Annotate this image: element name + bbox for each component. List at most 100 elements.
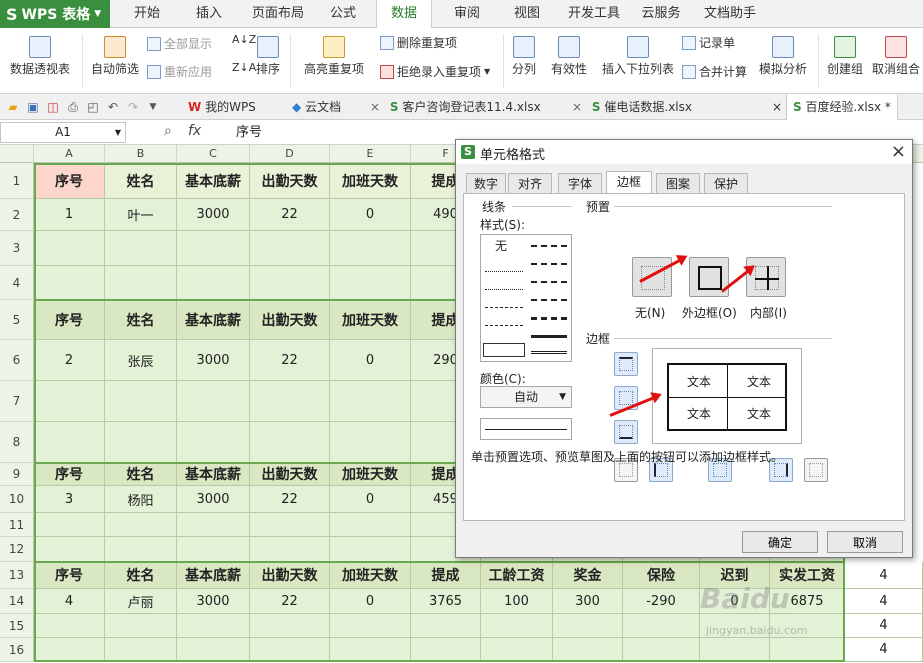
table-header-cell[interactable]: 工龄工资 [481, 562, 553, 589]
line-style-list[interactable]: 无 [480, 234, 572, 362]
table-cell[interactable] [330, 422, 411, 463]
table-cell[interactable] [481, 614, 553, 638]
table-header-cell[interactable]: 姓名 [105, 463, 177, 486]
line-style-option[interactable] [485, 289, 523, 290]
table-cell[interactable] [105, 614, 177, 638]
table-cell[interactable] [34, 537, 105, 562]
line-style-option[interactable] [485, 307, 523, 308]
row-header[interactable]: 7 [0, 381, 34, 422]
table-cell[interactable] [553, 614, 623, 638]
row-header[interactable]: 2 [0, 199, 34, 231]
table-cell[interactable]: 0 [330, 199, 411, 231]
row-header[interactable]: 8 [0, 422, 34, 463]
print-icon[interactable]: ⎙ [66, 100, 80, 114]
table-cell[interactable] [411, 638, 481, 662]
menu-developer[interactable]: 开发工具 [562, 0, 626, 28]
row-header[interactable]: 13 [0, 562, 34, 589]
table-cell[interactable] [700, 638, 770, 662]
row-header[interactable]: 15 [0, 614, 34, 638]
line-style-option[interactable] [485, 325, 523, 326]
close-icon[interactable]: × [772, 94, 782, 120]
table-cell[interactable]: 3765 [411, 589, 481, 614]
table-cell[interactable]: 0 [330, 486, 411, 513]
menu-review[interactable]: 审阅 [444, 0, 490, 28]
table-cell[interactable] [250, 513, 330, 537]
table-cell[interactable] [411, 614, 481, 638]
table-cell[interactable] [330, 381, 411, 422]
table-cell[interactable]: 叶一 [105, 199, 177, 231]
table-cell[interactable]: 4 [845, 614, 923, 638]
border-top-button[interactable] [614, 352, 638, 376]
table-cell[interactable]: 2 [34, 340, 105, 381]
table-header-cell[interactable]: 出勤天数 [250, 300, 330, 340]
table-cell[interactable] [105, 381, 177, 422]
table-header-cell[interactable]: 出勤天数 [250, 463, 330, 486]
autofilter-button[interactable]: 自动筛选 [88, 36, 142, 77]
sort-desc-button[interactable]: Z↓A [232, 61, 256, 74]
row-header[interactable]: 4 [0, 266, 34, 300]
table-cell[interactable]: -290 [623, 589, 700, 614]
table-cell[interactable]: 1 [34, 199, 105, 231]
table-header-cell[interactable]: 保险 [623, 562, 700, 589]
menu-data[interactable]: 数据 [376, 0, 432, 29]
table-cell[interactable] [553, 638, 623, 662]
menu-view[interactable]: 视图 [504, 0, 550, 28]
row-header[interactable]: 10 [0, 486, 34, 513]
close-icon[interactable]: × [572, 100, 582, 114]
preset-none-button[interactable] [632, 257, 672, 297]
table-cell[interactable]: 22 [250, 589, 330, 614]
column-header-d[interactable]: D [250, 145, 330, 163]
table-cell[interactable] [34, 381, 105, 422]
line-style-option[interactable] [531, 263, 567, 265]
table-header-cell[interactable]: 加班天数 [330, 562, 411, 589]
delete-duplicates-button[interactable]: 删除重复项 [380, 34, 457, 51]
row-header[interactable]: 12 [0, 537, 34, 562]
reapply-button[interactable]: 重新应用 [147, 63, 212, 80]
table-cell[interactable]: 3000 [177, 340, 250, 381]
merge-calc-button[interactable]: 合并计算 [682, 63, 747, 80]
tab-border[interactable]: 边框 [606, 171, 652, 194]
table-cell[interactable]: 3000 [177, 486, 250, 513]
table-cell[interactable] [250, 266, 330, 300]
table-header-cell[interactable]: 基本底薪 [177, 562, 250, 589]
table-header-cell[interactable]: 基本底薪 [177, 163, 250, 199]
undo-icon[interactable]: ↶ [106, 100, 120, 114]
row-header[interactable]: 5 [0, 300, 34, 340]
table-cell[interactable]: 卢丽 [105, 589, 177, 614]
menu-start[interactable]: 开始 [124, 0, 170, 28]
row-header[interactable]: 6 [0, 340, 34, 381]
table-cell[interactable] [177, 422, 250, 463]
table-header-cell[interactable]: 提成 [411, 562, 481, 589]
table-cell[interactable] [177, 381, 250, 422]
table-cell[interactable]: 3 [34, 486, 105, 513]
table-cell[interactable] [330, 266, 411, 300]
column-header-a[interactable]: A [34, 145, 105, 163]
table-cell[interactable] [770, 638, 845, 662]
table-header-cell[interactable]: 基本底薪 [177, 300, 250, 340]
customize-toolbar-icon[interactable]: ▼ [146, 100, 160, 114]
show-all-button[interactable]: 全部显示 [147, 35, 212, 52]
table-cell[interactable] [34, 422, 105, 463]
table-cell[interactable] [34, 614, 105, 638]
row-header[interactable]: 14 [0, 589, 34, 614]
column-header-c[interactable]: C [177, 145, 250, 163]
table-header-cell[interactable]: 奖金 [553, 562, 623, 589]
column-header-b[interactable]: B [105, 145, 177, 163]
close-icon[interactable]: × [891, 141, 906, 162]
table-cell[interactable] [105, 513, 177, 537]
table-header-cell[interactable]: 序号 [34, 463, 105, 486]
column-header-e[interactable]: E [330, 145, 411, 163]
menu-page-layout[interactable]: 页面布局 [246, 0, 310, 28]
table-header-cell[interactable]: 姓名 [105, 300, 177, 340]
table-cell[interactable]: 4 [845, 562, 923, 589]
cancel-button[interactable]: 取消 [827, 531, 903, 553]
table-cell[interactable]: 22 [250, 486, 330, 513]
table-header-cell[interactable]: 姓名 [105, 562, 177, 589]
export-pdf-icon[interactable]: ◫ [46, 100, 60, 114]
table-cell[interactable] [250, 422, 330, 463]
row-header[interactable]: 1 [0, 163, 34, 199]
table-cell[interactable] [34, 513, 105, 537]
table-cell[interactable] [177, 513, 250, 537]
row-header[interactable]: 9 [0, 463, 34, 486]
close-icon[interactable]: × [370, 100, 380, 114]
